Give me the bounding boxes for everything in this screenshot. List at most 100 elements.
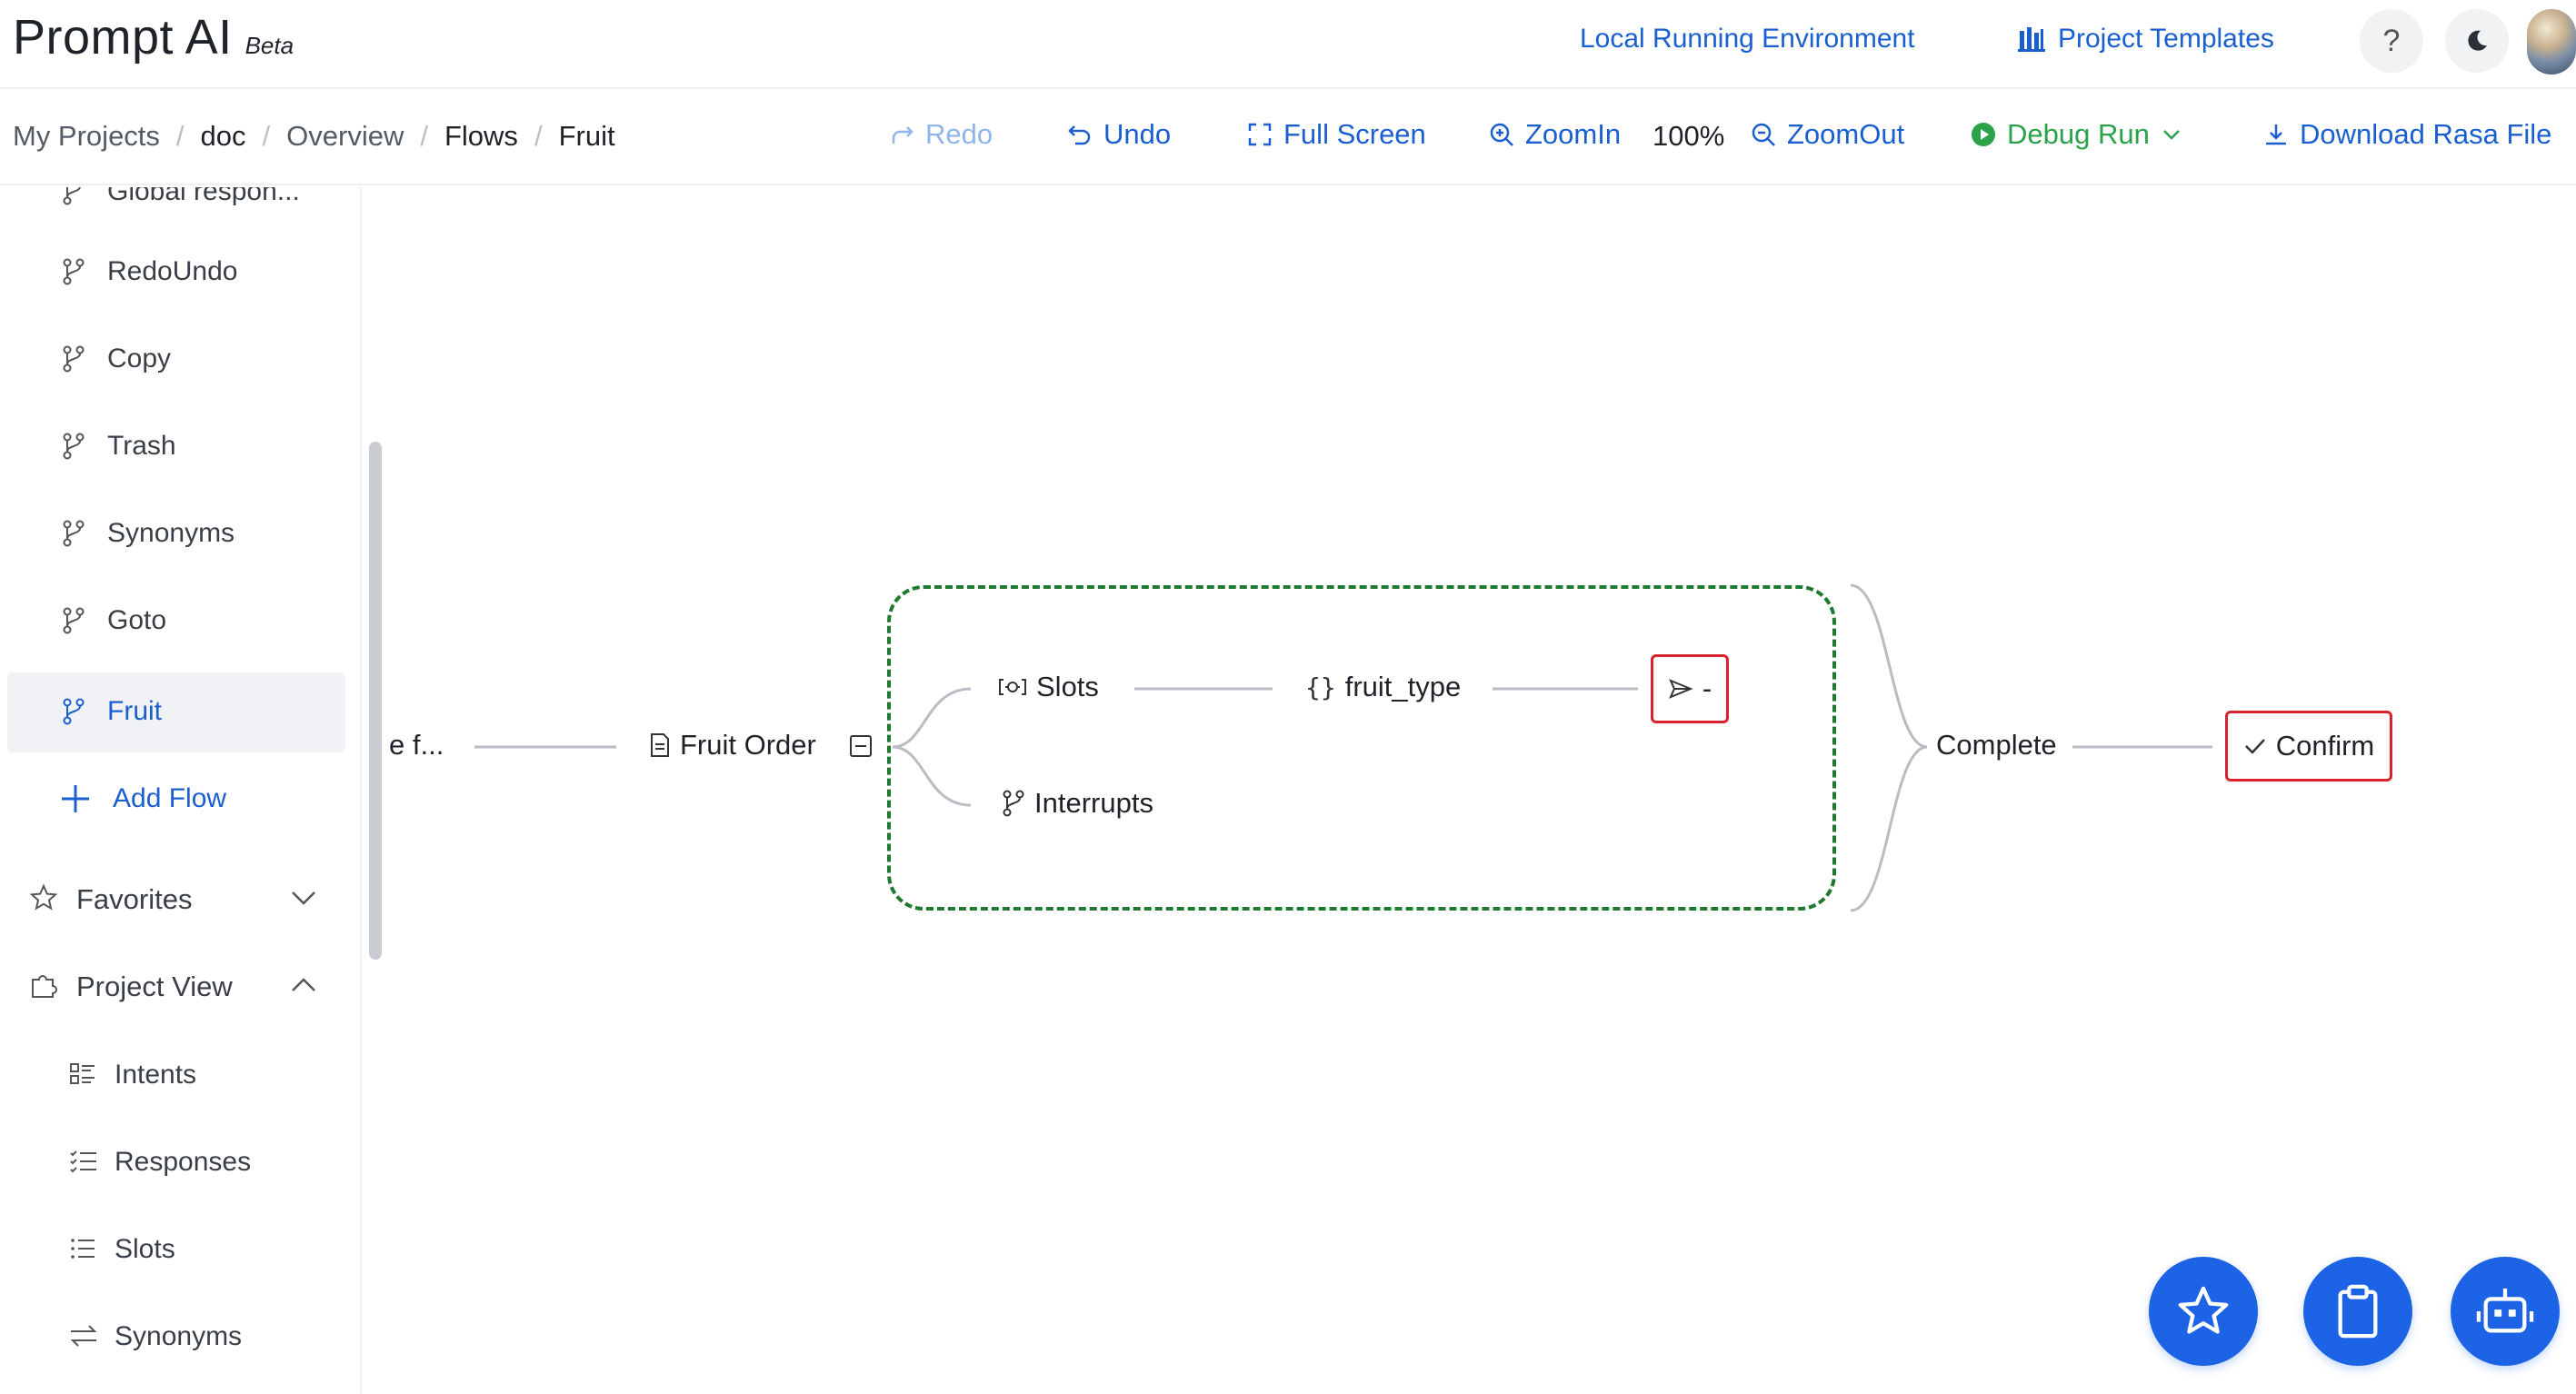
top-header: Prompt AI Beta Local Running Environment… [0,0,2576,89]
complete-node[interactable]: Complete [1936,729,2057,762]
clipboard-fab[interactable] [2303,1257,2412,1366]
debug-run-button[interactable]: Debug Run [1971,118,2182,151]
breadcrumb-separator: / [420,120,428,152]
slots-node[interactable]: Slots [998,671,1099,703]
redo-icon [889,122,914,147]
project-item-label: Intents [115,1060,197,1090]
send-response-label: - [1702,672,1712,704]
fruit-order-node[interactable]: Fruit Order [649,729,816,762]
send-icon [1668,678,1693,700]
zoom-out-label: ZoomOut [1787,118,1905,150]
avatar[interactable] [2527,9,2576,75]
sidebar-item-label: Copy [107,344,172,373]
zoom-in-button[interactable]: ZoomIn [1489,118,1621,151]
breadcrumb: My Projects / doc / Overview / Flows / F… [13,120,615,153]
sidebar-item-label: Global respon... [107,187,300,206]
sidebar-item-global-responses[interactable]: Global respon... [0,187,345,233]
branch-icon [62,520,85,547]
sidebar-item-trash[interactable]: Trash [0,407,345,487]
trigger-node[interactable]: e f... [389,729,444,762]
branch-icon [62,345,85,373]
braces-icon: {} [1305,672,1336,702]
download-rasa-button[interactable]: Download Rasa File [2263,118,2551,151]
confirm-node[interactable]: Confirm [2225,711,2392,782]
undo-button[interactable]: Undo [1067,118,1171,151]
sidebar-item-label: Goto [107,605,167,635]
breadcrumb-doc[interactable]: doc [201,120,246,153]
project-item-label: Synonyms [115,1321,243,1351]
slots-icon [998,676,1027,698]
fruit-order-label: Fruit Order [680,729,816,761]
beta-badge: Beta [245,32,295,59]
favorites-label: Favorites [76,883,193,915]
brand[interactable]: Prompt AI Beta [13,9,294,65]
flow-canvas[interactable]: e f... Fruit Order Slots {} fruit_type -… [389,187,2576,1394]
chevron-down-icon [289,887,318,909]
play-icon [1971,122,1996,147]
download-icon [2263,122,2289,147]
add-flow-label: Add Flow [113,783,227,813]
project-templates-link[interactable]: Project Templates [2018,24,2274,55]
check-icon [2243,736,2267,756]
swap-icon [69,1323,98,1349]
project-item-slots[interactable]: Slots [0,1214,345,1287]
favorites-section[interactable]: Favorites [0,863,345,936]
sidebar-item-label: Synonyms [107,518,235,548]
sidebar-item-goto[interactable]: Goto [0,582,345,662]
local-env-label: Local Running Environment [1580,24,1915,54]
plus-icon [60,783,91,814]
branch-icon [1002,790,1025,817]
undo-icon [1067,122,1093,147]
download-rasa-label: Download Rasa File [2300,118,2552,150]
sidebar-scrollbar[interactable] [369,442,382,960]
local-env-link[interactable]: Local Running Environment [1580,24,1915,55]
sidebar: Global respon... RedoUndo Copy Trash Syn… [0,187,362,1394]
sidebar-item-synonyms[interactable]: Synonyms [0,494,345,574]
interrupts-node[interactable]: Interrupts [1002,787,1153,820]
breadcrumb-separator: / [262,120,271,152]
breadcrumb-overview[interactable]: Overview [286,120,404,153]
send-response-node[interactable]: - [1651,654,1729,723]
redo-button[interactable]: Redo [889,118,993,151]
star-icon [2175,1283,2232,1339]
breadcrumb-my-projects[interactable]: My Projects [13,120,160,153]
interrupts-label: Interrupts [1034,787,1153,819]
sidebar-item-label: RedoUndo [107,256,238,286]
fruit-type-slot-node[interactable]: {} fruit_type [1305,671,1461,703]
debug-run-label: Debug Run [2007,118,2150,150]
chevron-down-icon [2161,124,2182,145]
redo-label: Redo [925,118,993,150]
zoom-out-icon [1751,122,1776,147]
collapse-button[interactable] [849,734,873,758]
help-button[interactable]: ? [2360,9,2423,73]
zoom-out-button[interactable]: ZoomOut [1751,118,1904,151]
document-icon [649,732,671,758]
favorite-fab[interactable] [2149,1257,2258,1366]
zoom-in-icon [1489,122,1514,147]
sidebar-item-copy[interactable]: Copy [0,320,345,400]
templates-icon [2018,25,2045,53]
sidebar-item-label: Fruit [107,696,162,726]
star-icon [29,883,58,912]
confirm-label: Confirm [2275,730,2375,762]
project-item-synonyms[interactable]: Synonyms [0,1301,345,1374]
project-view-section[interactable]: Project View [0,951,345,1023]
sidebar-item-fruit[interactable]: Fruit [7,672,345,752]
sidebar-item-redoundo[interactable]: RedoUndo [0,233,345,313]
project-item-intents[interactable]: Intents [0,1040,345,1112]
minus-square-icon [849,734,873,758]
breadcrumb-flows[interactable]: Flows [444,120,518,153]
project-item-label: Slots [115,1234,175,1264]
zoom-in-label: ZoomIn [1525,118,1622,150]
responses-icon [69,1149,98,1174]
branch-icon [62,433,85,460]
assistant-fab[interactable] [2451,1257,2560,1366]
fullscreen-button[interactable]: Full Screen [1247,118,1426,151]
trigger-label: e f... [389,729,444,761]
add-flow-button[interactable]: Add Flow [0,760,345,840]
undo-label: Undo [1103,118,1172,150]
project-item-responses[interactable]: Responses [0,1127,345,1200]
clipboard-icon [2331,1283,2384,1339]
theme-toggle-button[interactable] [2445,9,2509,73]
question-icon: ? [2382,23,2401,58]
